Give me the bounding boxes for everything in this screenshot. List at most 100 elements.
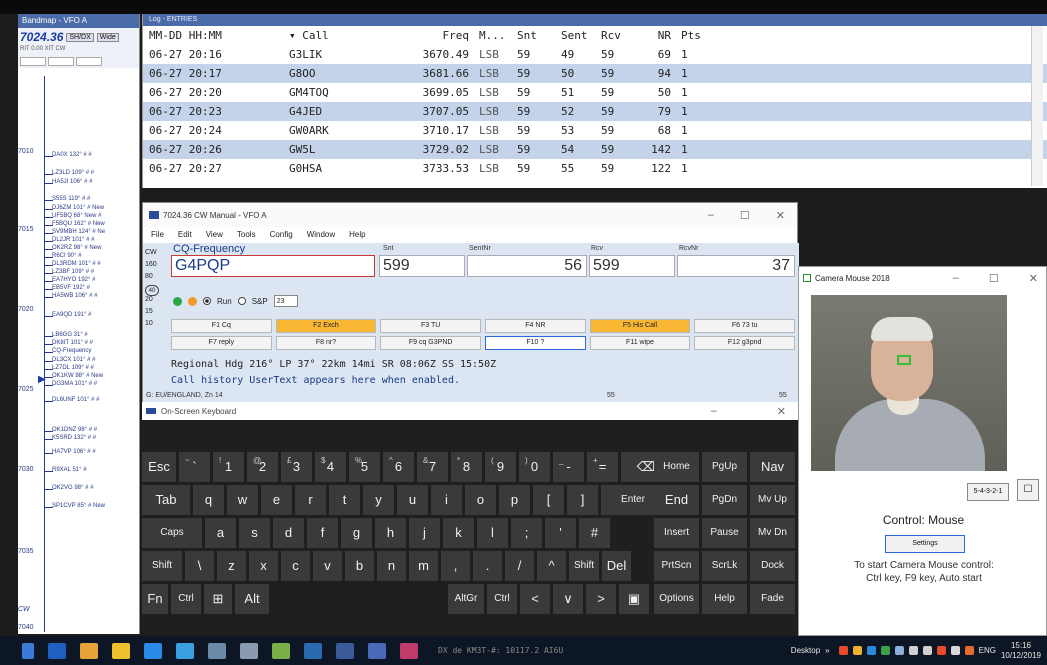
table-row[interactable]: 06-27 20:24 GW0ARK 3710.17 LSB 59 53 59 68 1 (143, 121, 1047, 140)
key-pause[interactable]: Pause (702, 518, 747, 548)
key-[interactable]: ` ~ (179, 452, 210, 482)
col-freq[interactable]: Freq (393, 26, 473, 45)
menu-item-view[interactable]: View (206, 230, 223, 239)
key-k[interactable]: k (443, 518, 474, 548)
bandmap-spot[interactable]: LZ3LD 109° # # (52, 170, 94, 177)
key-1[interactable]: 1! (213, 452, 244, 482)
key-r[interactable]: r (295, 485, 326, 515)
key-caps[interactable]: Caps (142, 518, 202, 548)
bandmap-spot[interactable]: EA7HYO 192° # (52, 277, 95, 284)
table-row[interactable]: 06-27 20:23 G4JED 3707.05 LSB 59 52 59 79 1 (143, 102, 1047, 121)
fkey-button-f3[interactable]: F3 TU (380, 319, 481, 333)
key-w[interactable]: w (227, 485, 258, 515)
key-alt[interactable]: Alt (235, 584, 269, 614)
entry-window[interactable]: 7024.36 CW Manual - VFO A – ☐ ✕ File Edit… (142, 202, 799, 403)
bandmap-spot[interactable]: LZ7DL 109° # # (52, 365, 94, 372)
key-ctrl[interactable]: Ctrl (171, 584, 201, 614)
key-[interactable]: ^ (537, 551, 566, 581)
folder-icon[interactable] (112, 642, 130, 659)
key-9[interactable]: 9( (485, 452, 516, 482)
bandmap-spot[interactable]: DL3RDM 101° # # (52, 261, 101, 268)
bandmap-spot[interactable]: DL2JR 101° # # (52, 237, 94, 244)
col-pts[interactable]: Pts (675, 26, 1047, 45)
key-a[interactable]: a (205, 518, 236, 548)
key-[interactable]: . (473, 551, 502, 581)
taskbar-app-icon[interactable] (240, 642, 258, 659)
fkey-button-f2[interactable]: F2 Exch (275, 319, 377, 333)
table-row[interactable]: 06-27 20:27 G0HSA 3733.53 LSB 59 55 59 122 1 (143, 159, 1047, 178)
key-2[interactable]: 2 @ (247, 452, 278, 482)
menu-item-help[interactable]: Help (349, 230, 365, 239)
maximize-icon[interactable]: ☐ (989, 272, 999, 285)
chevron-icon[interactable]: » (825, 646, 829, 655)
bandmap-spot[interactable]: CQ-Frequency (52, 348, 91, 355)
band-cw[interactable]: CW (145, 249, 169, 261)
on-screen-keyboard[interactable]: On-Screen Keyboard – ✕ Esc ` ~1! 2 @3 £4 $5% 6 ^… (142, 402, 798, 634)
table-row[interactable]: 06-27 20:16 G3LIK 3670.49 LSB 59 49 59 69 1 (143, 45, 1047, 64)
fkey-button-f5[interactable]: F5 His Call (589, 319, 691, 333)
bandmap-spot[interactable]: HA7VP 106° # # (52, 449, 96, 456)
snt-input[interactable]: 599 (379, 255, 465, 277)
key-altgr[interactable]: AltGr (448, 584, 484, 614)
key-e[interactable]: e (261, 485, 292, 515)
close-icon[interactable]: ✕ (777, 405, 786, 418)
band-40[interactable]: 40 (145, 285, 159, 296)
band-10[interactable]: 10 (145, 320, 169, 332)
key-[interactable]: ] (567, 485, 598, 515)
taskbar-app-icon[interactable] (304, 642, 322, 659)
col-datetime[interactable]: MM-DD HH:MM (143, 26, 283, 45)
run-radio[interactable] (203, 297, 211, 305)
tray-icon[interactable] (936, 646, 946, 655)
bandmap-spot[interactable]: DL6UNF 101° # # (52, 397, 99, 404)
bandmap-spot[interactable]: S55S 119° # # (52, 196, 90, 203)
bandmap-spot[interactable]: SP1CVP 85° # New (52, 503, 105, 510)
band-80[interactable]: 80 (145, 273, 169, 285)
desktop-toolbar[interactable]: Desktop (791, 646, 820, 655)
sh-dx-button[interactable]: SH/DX (66, 32, 94, 42)
taskbar-app-icon[interactable] (400, 642, 418, 659)
taskbar-app-icon[interactable] (336, 642, 354, 659)
fkey-button-f7[interactable]: F7 reply (171, 336, 272, 350)
table-row[interactable]: 06-27 20:17 G8OO 3681.66 LSB 59 50 59 94 1 (143, 64, 1047, 83)
key-z[interactable]: z (217, 551, 246, 581)
start-icon[interactable] (22, 642, 34, 659)
key-options[interactable]: Options (654, 584, 699, 614)
sentnr-input[interactable]: 56 (467, 255, 587, 277)
key-7[interactable]: 7 & (417, 452, 448, 482)
menu-item-config[interactable]: Config (270, 230, 293, 239)
bandmap-spot[interactable]: UF5BQ 68° New # (52, 213, 101, 220)
key-scrlk[interactable]: ScrLk (702, 551, 747, 581)
band-15[interactable]: 15 (145, 308, 169, 320)
speaker-icon[interactable] (908, 646, 918, 655)
key-del[interactable]: Del (602, 551, 631, 581)
settings-button[interactable]: Settings (885, 535, 965, 553)
tray-icon[interactable] (866, 646, 876, 655)
key-nav[interactable]: Nav (750, 452, 795, 482)
rcv-input[interactable]: 599 (589, 255, 675, 277)
key-g[interactable]: g (341, 518, 372, 548)
key-mvdn[interactable]: Mv Dn (750, 518, 795, 548)
key-fn[interactable]: Fn (142, 584, 168, 614)
bandmap-spot[interactable]: OK2RZ 98° # New (52, 245, 101, 252)
key-[interactable]: < (520, 584, 550, 614)
key-3[interactable]: 3 £ (281, 452, 312, 482)
key-[interactable]: [ (533, 485, 564, 515)
col-snt[interactable]: Snt (511, 26, 555, 45)
minimize-icon[interactable]: – (953, 272, 959, 285)
key-shift[interactable]: Shift (142, 551, 182, 581)
col-sent[interactable]: Sent (555, 26, 595, 45)
log-table[interactable]: MM-DD HH:MM ▾ Call Freq M... Snt Sent Rc… (143, 26, 1047, 178)
tray-icon[interactable] (964, 646, 974, 655)
key-4[interactable]: 4 $ (315, 452, 346, 482)
bandmap-spot[interactable]: DJ6ZM 101° # New (52, 205, 104, 212)
taskbar-app-icon[interactable] (368, 642, 386, 659)
col-nr[interactable]: NR (635, 26, 675, 45)
bandmap-spot[interactable]: K5SRD 132° # # (52, 435, 96, 442)
key-c[interactable]: c (281, 551, 310, 581)
band-20[interactable]: 20 (145, 296, 169, 308)
key-s[interactable]: s (239, 518, 270, 548)
minimize-icon[interactable]: – (711, 405, 717, 418)
tray-icon[interactable] (880, 646, 890, 655)
bandmap-spot[interactable]: DL3CX 101° # # (52, 357, 95, 364)
key-shift[interactable]: Shift (569, 551, 599, 581)
